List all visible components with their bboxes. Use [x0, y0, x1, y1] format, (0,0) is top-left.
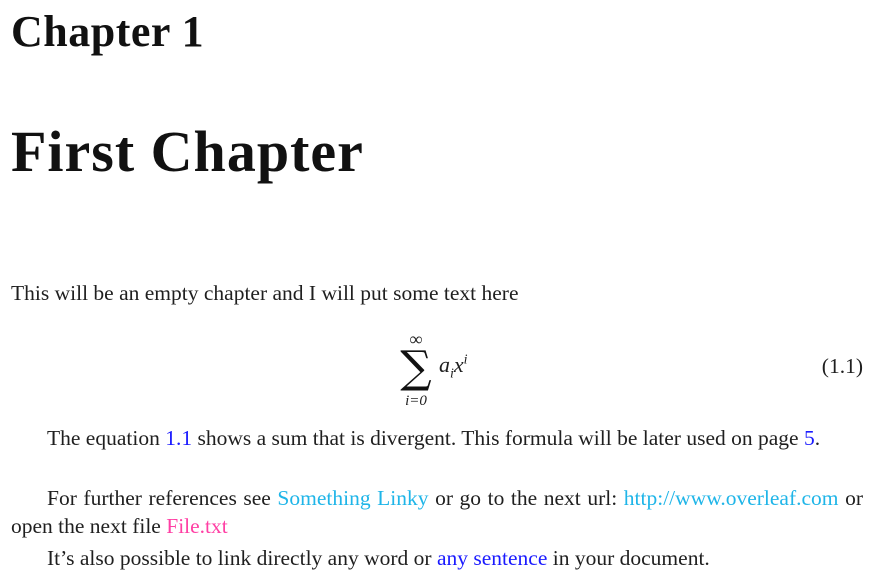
term-x: x	[453, 352, 464, 377]
file-link[interactable]: File.txt	[166, 514, 228, 538]
equation-ref-link[interactable]: 1.1	[165, 426, 192, 450]
equation-number: (1.1)	[821, 354, 863, 378]
chapter-title: First Chapter	[11, 119, 364, 184]
intro-paragraph: This will be an empty chapter and I will…	[11, 281, 519, 305]
text: or go to the next url:	[428, 486, 624, 510]
something-linky-link[interactable]: Something Linky	[277, 486, 428, 510]
text: The equation	[47, 426, 166, 450]
text: .	[814, 426, 821, 450]
term-a: a	[439, 352, 450, 377]
paragraph-anchor: It’s also possible to link directly any …	[11, 544, 863, 572]
paragraph-references: For further references see Something Lin…	[11, 484, 863, 540]
overleaf-url-link[interactable]: http://www.overleaf.com	[624, 486, 839, 510]
display-equation: ∞ ∑ i=0 aixi (1.1)	[11, 330, 863, 420]
anchor-link[interactable]: any sentence	[437, 546, 547, 570]
sigma-symbol: ∑	[400, 342, 432, 393]
chapter-number: Chapter 1	[11, 7, 205, 56]
summation: ∞ ∑ i=0	[396, 330, 436, 410]
term-x-superscript: i	[463, 352, 468, 368]
text: in your document.	[547, 546, 710, 570]
text: It’s also possible to link directly any …	[47, 546, 437, 570]
text: For further references see	[47, 486, 278, 510]
text: shows a sum that is divergent. This form…	[192, 426, 804, 450]
page-ref-link[interactable]: 5	[804, 426, 815, 450]
sum-term: aixi	[439, 352, 468, 382]
sum-lower-limit: i=0	[405, 393, 427, 409]
paragraph-equation-ref: The equation 1.1 shows a sum that is div…	[11, 424, 863, 452]
